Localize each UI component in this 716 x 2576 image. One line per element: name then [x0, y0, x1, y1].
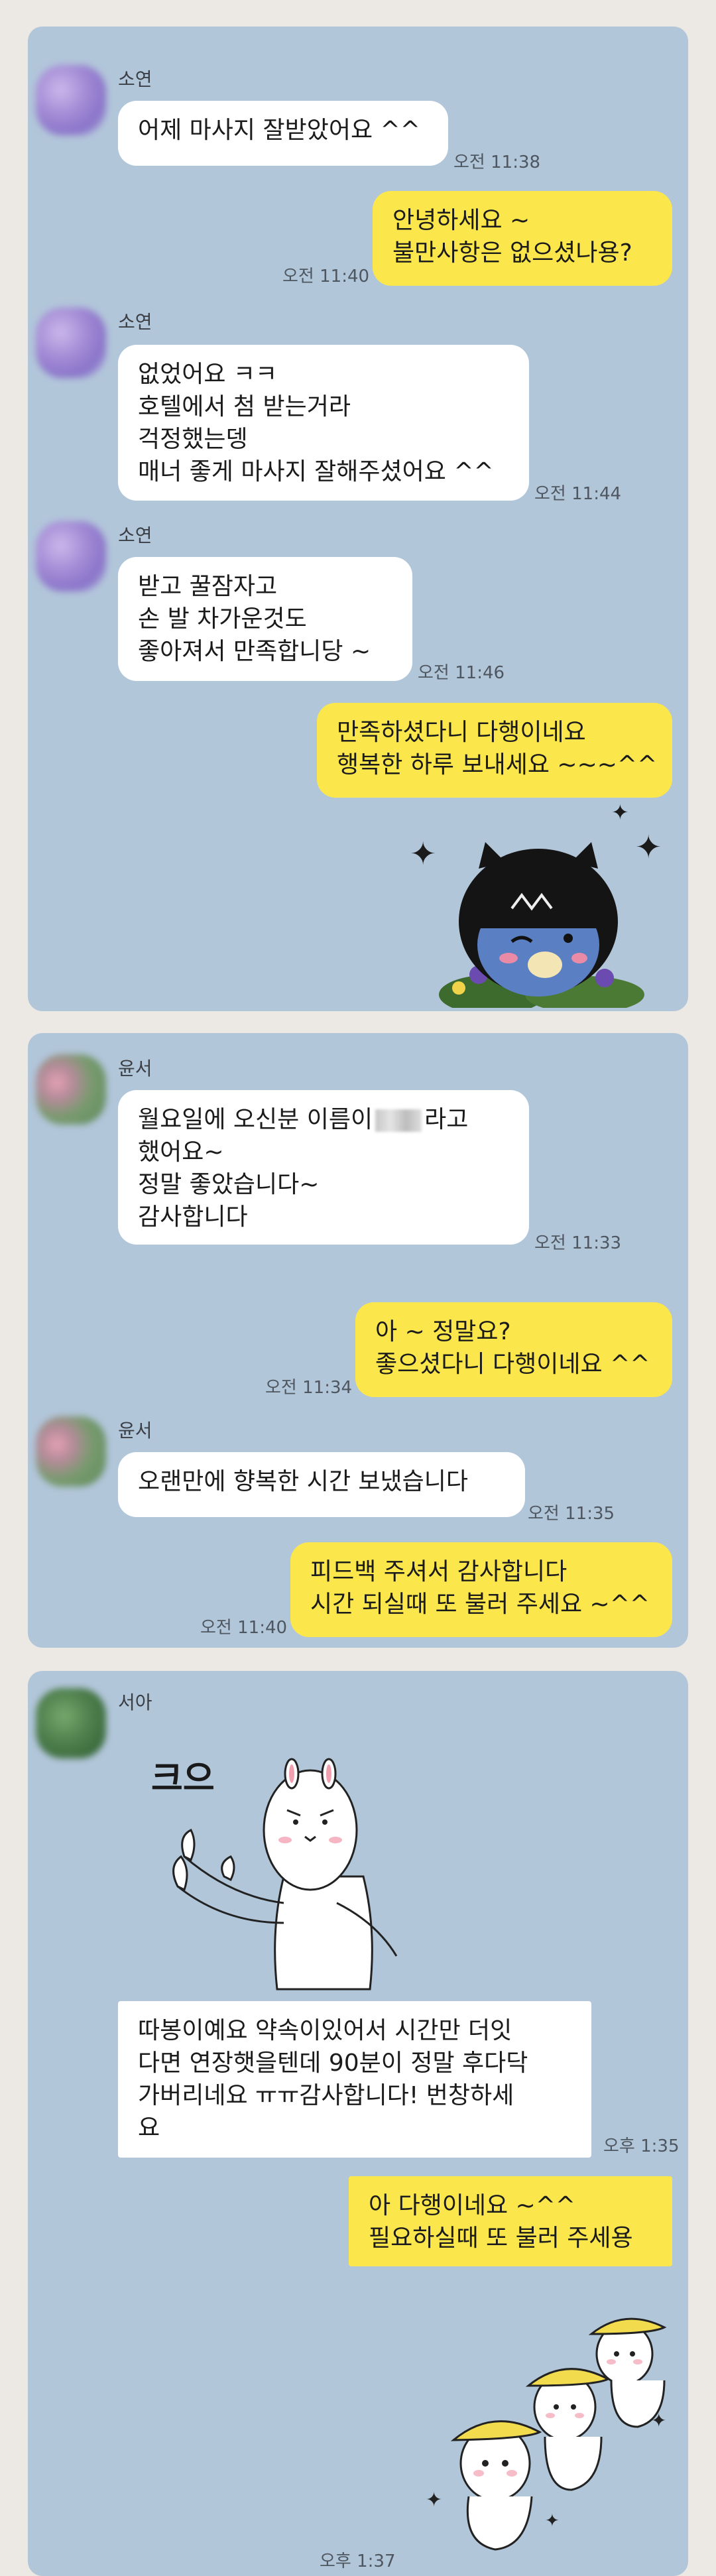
- message-time: 오후 1:37: [320, 2551, 396, 2571]
- avatar[interactable]: [36, 308, 106, 378]
- avatar[interactable]: [36, 1416, 106, 1487]
- sender-name: 소연: [118, 311, 152, 333]
- message-bubble[interactable]: 따봉이예요 약속이있어서 시간만 더잇 다면 연장햇을텐데 90분이 정말 후다…: [118, 2001, 591, 2158]
- sender-name: 소연: [118, 68, 152, 90]
- message-bubble[interactable]: 오랜만에 향복한 시간 보냈습니다: [118, 1452, 525, 1517]
- bunnies-character-icon: ✦ ✦ ✦: [426, 2317, 666, 2551]
- message-bubble[interactable]: 없었어요 ㅋㅋ 호텔에서 첨 받는거라 걱정했는뎅 매너 좋게 마사지 잘해주셨…: [118, 345, 529, 501]
- message-text: 했어요~ 정말 좋았습니다~ 감사합니다: [138, 1138, 320, 1231]
- reply-bubble[interactable]: 아 ~ 정말요? 좋으셨다니 다행이네요 ^^: [355, 1302, 672, 1397]
- message-bubble[interactable]: 어제 마사지 잘받았어요 ^^: [118, 101, 448, 166]
- sparkle-icon: ✦: [410, 835, 437, 873]
- message-text: 라고: [424, 1106, 469, 1133]
- chat-screenshot-1: 소연 어제 마사지 잘받았어요 ^^ 오전 11:38 안녕하세요 ~ 불만사항…: [28, 27, 688, 1011]
- avatar[interactable]: [36, 1688, 106, 1758]
- sender-name: 소연: [118, 524, 152, 546]
- sparkle-icon: ✦: [635, 829, 662, 866]
- message-time: 오전 11:40: [282, 267, 370, 286]
- message-time: 오전 11:40: [200, 1618, 288, 1638]
- avatar[interactable]: [36, 521, 106, 591]
- thumbs-up-character-icon: [172, 1758, 398, 1991]
- message-time: 오전 11:34: [265, 1378, 353, 1398]
- thumbs-up-sticker[interactable]: 크으: [118, 1744, 423, 1996]
- svg-text:✦: ✦: [426, 2488, 442, 2512]
- sender-name: 윤서: [118, 1420, 152, 1441]
- redacted-name: [375, 1109, 422, 1132]
- message-time: 오전 11:35: [528, 1504, 615, 1524]
- avatar[interactable]: [36, 1054, 106, 1125]
- svg-text:✦: ✦: [651, 2410, 666, 2431]
- message-time: 오후 1:35: [603, 2136, 680, 2156]
- message-time: 오전 11:38: [453, 153, 541, 172]
- chat-screenshot-2: 윤서 월요일에 오신분 이름이 라고 했어요~ 정말 좋았습니다~ 감사합니다 오…: [28, 1033, 688, 1648]
- message-time: 오전 11:44: [534, 484, 622, 504]
- bunny-crowd-sticker[interactable]: ✦ ✦ ✦: [412, 2288, 678, 2553]
- message-bubble[interactable]: 월요일에 오신분 이름이 라고 했어요~ 정말 좋았습니다~ 감사합니다: [118, 1090, 529, 1245]
- character-sticker-icon: [439, 842, 644, 1011]
- message-time: 오전 11:33: [534, 1233, 622, 1253]
- sender-name: 윤서: [118, 1058, 152, 1079]
- reply-bubble[interactable]: 피드백 주셔서 감사합니다 시간 되실때 또 불러 주세요 ~^^: [290, 1542, 672, 1637]
- avatar[interactable]: [36, 65, 106, 135]
- sparkle-icon: ✦: [611, 800, 629, 825]
- message-bubble[interactable]: 받고 꿀잠자고 손 발 차가운것도 좋아져서 만족합니당 ~: [118, 557, 412, 681]
- svg-text:✦: ✦: [545, 2511, 560, 2531]
- chat-screenshot-3: 서아 크으 따봉이예요 약속이있어서 시간만 더잇 다면 연장햇을텐데 90분이…: [28, 1671, 688, 2576]
- reply-bubble[interactable]: 안녕하세요 ~ 불만사항은 없으셨나용?: [373, 191, 672, 286]
- kakao-sticker[interactable]: ✦ ✦ ✦: [410, 800, 671, 1011]
- reply-bubble[interactable]: 아 다행이네요 ~^^ 필요하실때 또 불러 주세용: [349, 2176, 672, 2266]
- message-time: 오전 11:46: [418, 663, 505, 683]
- reply-bubble[interactable]: 만족하셨다니 다행이네요 행복한 하루 보내세요 ~~~^^: [317, 703, 672, 798]
- sender-name: 서아: [118, 1691, 152, 1713]
- message-text: 월요일에 오신분 이름이: [138, 1106, 373, 1133]
